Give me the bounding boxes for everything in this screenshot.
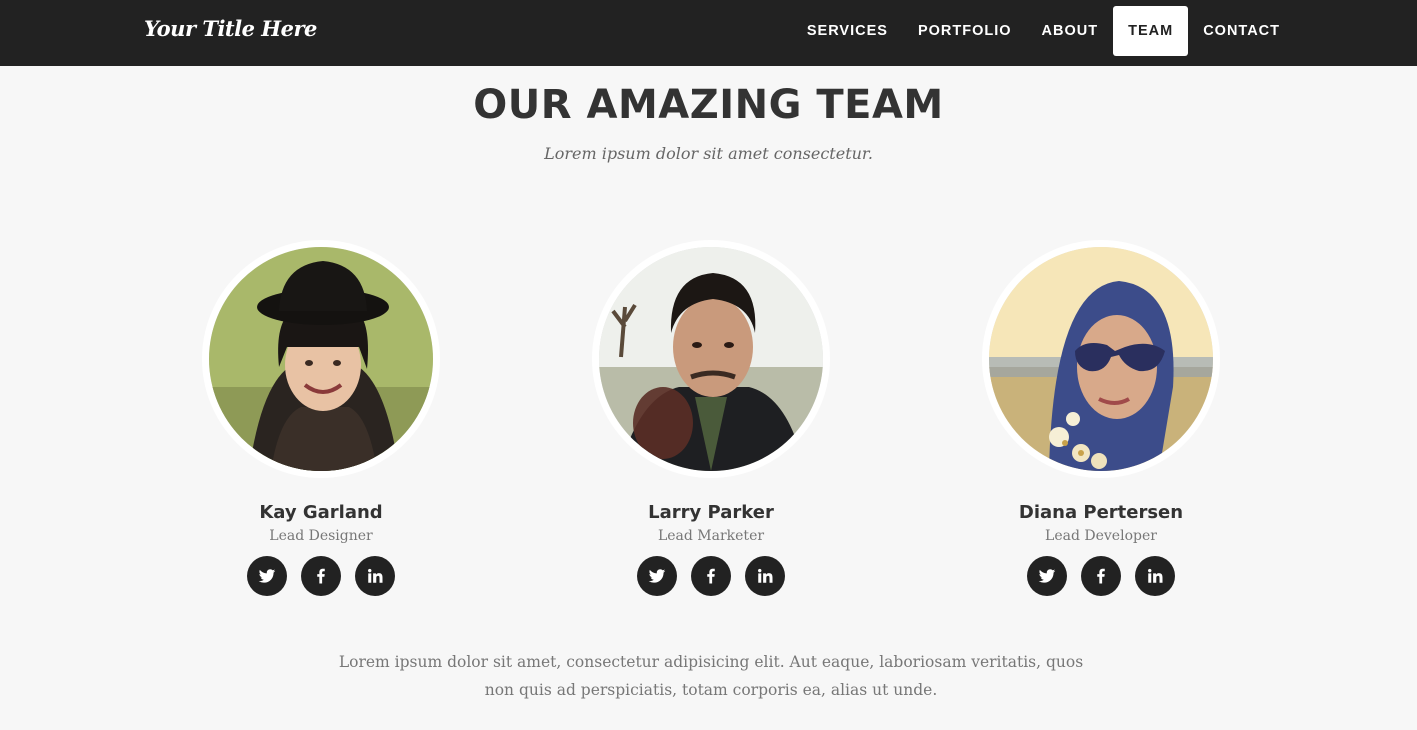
nav-item-portfolio[interactable]: PORTFOLIO (903, 6, 1027, 56)
nav-item-team[interactable]: TEAM (1113, 6, 1189, 56)
team-member-card: Diana Pertersen Lead Developer (981, 240, 1221, 596)
facebook-icon[interactable] (301, 556, 341, 596)
section-heading: OUR AMAZING TEAM (473, 82, 944, 128)
twitter-icon[interactable] (247, 556, 287, 596)
avatar-photo (592, 240, 830, 478)
twitter-icon[interactable] (1027, 556, 1067, 596)
section-subheading: Lorem ipsum dolor sit amet consectetur. (544, 144, 873, 163)
facebook-icon[interactable] (691, 556, 731, 596)
avatar-image (989, 247, 1213, 471)
twitter-icon[interactable] (637, 556, 677, 596)
nav-item-about[interactable]: ABOUT (1027, 6, 1114, 56)
member-role: Lead Marketer (657, 528, 765, 544)
linkedin-icon[interactable] (1135, 556, 1175, 596)
avatar-photo (202, 240, 440, 478)
nav-menu: SERVICES PORTFOLIO ABOUT TEAM CONTACT (792, 6, 1295, 56)
social-links (981, 556, 1221, 596)
linkedin-icon[interactable] (355, 556, 395, 596)
avatar-image (599, 247, 823, 471)
member-name: Diana Pertersen (1018, 502, 1184, 523)
nav-item-services[interactable]: SERVICES (792, 6, 903, 56)
member-role: Lead Developer (1045, 528, 1157, 544)
member-name: Kay Garland (259, 502, 383, 523)
linkedin-icon[interactable] (745, 556, 785, 596)
social-links (591, 556, 831, 596)
navbar: Your Title Here SERVICES PORTFOLIO ABOUT… (0, 0, 1417, 66)
nav-item-contact[interactable]: CONTACT (1188, 6, 1295, 56)
brand-title[interactable]: Your Title Here (144, 16, 317, 41)
facebook-icon[interactable] (1081, 556, 1121, 596)
avatar-image (209, 247, 433, 471)
social-links (201, 556, 441, 596)
avatar-photo (982, 240, 1220, 478)
section-footer-text: Lorem ipsum dolor sit amet, consectetur … (338, 653, 1084, 699)
team-member-card: Kay Garland Lead Designer (201, 240, 441, 596)
member-name: Larry Parker (648, 502, 774, 523)
member-role: Lead Designer (269, 528, 373, 544)
team-member-card: Larry Parker Lead Marketer (591, 240, 831, 596)
